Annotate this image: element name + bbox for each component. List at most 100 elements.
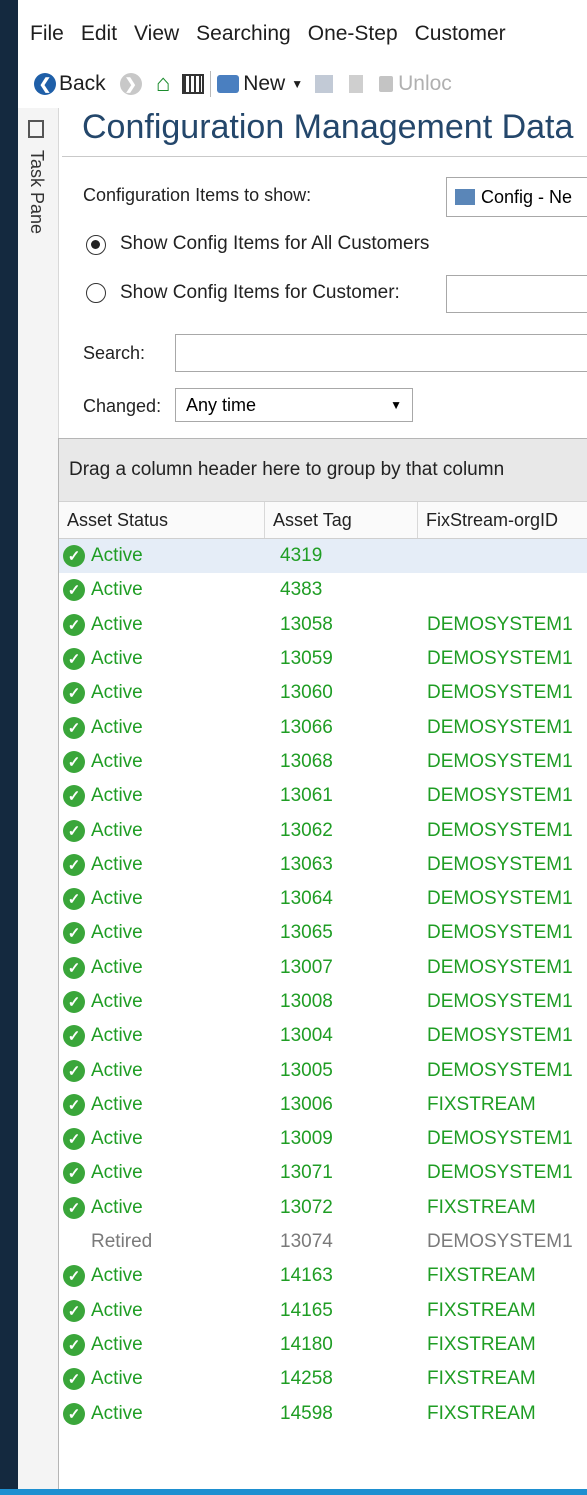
cell-fixstream-orgid: DEMOSYSTEM1: [427, 1059, 573, 1081]
table-row[interactable]: ✓ Active 13065 DEMOSYSTEM1: [59, 916, 587, 950]
cell-fixstream-orgid: FIXSTREAM: [427, 1196, 536, 1218]
new-button[interactable]: New ▼: [217, 72, 303, 96]
task-pane-icon: [28, 120, 44, 138]
table-row[interactable]: ✓ Active 4383: [59, 573, 587, 607]
asset-status-text: Active: [91, 888, 143, 910]
cell-asset-tag: 13007: [280, 956, 333, 978]
task-pane-strip[interactable]: Task Pane: [18, 108, 59, 1495]
menu-edit[interactable]: Edit: [81, 22, 117, 46]
table-row[interactable]: Retired 13074 DEMOSYSTEM1: [59, 1225, 587, 1259]
check-circle-icon: ✓: [63, 785, 85, 808]
table-row[interactable]: ✓ Active 4319: [59, 539, 587, 574]
unlock-button[interactable]: Unloc: [379, 72, 452, 96]
radio-all-customers-label: Show Config Items for All Customers: [120, 233, 430, 254]
cell-asset-tag: 13066: [280, 716, 333, 738]
items-to-show-select[interactable]: Config - Ne: [446, 177, 587, 217]
table-row[interactable]: ✓ Active 14163 FIXSTREAM: [59, 1259, 587, 1293]
customer-field[interactable]: [446, 275, 587, 313]
radio-customer-label: Show Config Items for Customer:: [120, 282, 400, 303]
menu-customer[interactable]: Customer: [415, 22, 506, 46]
cell-fixstream-orgid: DEMOSYSTEM1: [427, 682, 573, 704]
table-row[interactable]: ✓ Active 14258 FIXSTREAM: [59, 1362, 587, 1396]
table-row[interactable]: ✓ Active 13063 DEMOSYSTEM1: [59, 848, 587, 882]
cell-asset-tag: 14180: [280, 1333, 333, 1355]
menu-searching[interactable]: Searching: [196, 22, 291, 46]
group-by-panel[interactable]: Drag a column header here to group by th…: [59, 439, 587, 501]
changed-select[interactable]: Any time ▼: [175, 388, 413, 422]
delete-icon[interactable]: [349, 75, 364, 93]
table-row[interactable]: ✓ Active 13068 DEMOSYSTEM1: [59, 745, 587, 779]
chevron-down-icon: ▼: [390, 398, 402, 412]
new-icon: [217, 75, 240, 93]
table-row[interactable]: ✓ Active 14598 FIXSTREAM: [59, 1396, 587, 1430]
cell-asset-tag: 14165: [280, 1299, 333, 1321]
asset-status-text: Active: [91, 579, 143, 601]
cell-asset-status: ✓ Active: [59, 1368, 265, 1391]
save-icon[interactable]: [315, 75, 334, 93]
cell-fixstream-orgid: DEMOSYSTEM1: [427, 956, 573, 978]
table-row[interactable]: ✓ Active 13072 FIXSTREAM: [59, 1191, 587, 1225]
table-row[interactable]: ✓ Active 13058 DEMOSYSTEM1: [59, 608, 587, 642]
check-circle-icon: ✓: [63, 1093, 85, 1116]
table-row[interactable]: ✓ Active 13009 DEMOSYSTEM1: [59, 1122, 587, 1156]
check-circle-icon: ✓: [63, 888, 85, 911]
toolbar: ❮ Back ❯ ⌂ New ▼ Unloc: [18, 64, 587, 104]
back-button[interactable]: ❮ Back: [34, 72, 106, 96]
asset-status-text: Active: [91, 1093, 143, 1115]
check-circle-icon: ✓: [63, 1299, 85, 1322]
table-row[interactable]: ✓ Active 13007 DEMOSYSTEM1: [59, 951, 587, 985]
cell-asset-status: ✓ Active: [59, 922, 265, 945]
cell-asset-tag: 13006: [280, 1093, 333, 1115]
new-label: New: [243, 72, 286, 95]
search-input[interactable]: [175, 334, 587, 372]
radio-customer[interactable]: [86, 283, 106, 303]
menu-one-step[interactable]: One-Step: [308, 22, 398, 46]
items-to-show-label: Configuration Items to show:: [83, 185, 312, 205]
cell-asset-tag: 13009: [280, 1128, 333, 1150]
radio-all-customers[interactable]: [86, 235, 106, 255]
check-circle-icon: ✓: [63, 613, 85, 636]
forward-arrow-icon[interactable]: ❯: [119, 73, 142, 95]
column-header-asset-status[interactable]: Asset Status: [59, 502, 265, 538]
cell-asset-status: ✓ Active: [59, 1025, 265, 1048]
cell-asset-status: ✓ Active: [59, 1265, 265, 1288]
check-circle-icon: ✓: [63, 956, 85, 979]
cell-fixstream-orgid: DEMOSYSTEM1: [427, 1128, 573, 1150]
table-row[interactable]: ✓ Active 13008 DEMOSYSTEM1: [59, 985, 587, 1019]
asset-status-text: Active: [91, 1368, 143, 1390]
table-row[interactable]: ✓ Active 13005 DEMOSYSTEM1: [59, 1053, 587, 1087]
menu-view[interactable]: View: [134, 22, 179, 46]
home-icon[interactable]: ⌂: [156, 70, 171, 98]
table-row[interactable]: ✓ Active 13006 FIXSTREAM: [59, 1088, 587, 1122]
cell-fixstream-orgid: FIXSTREAM: [427, 1093, 536, 1115]
grid-body: ✓ Active 4319 ✓ Active 4383 ✓ Active 13058 DEMOSY…: [59, 539, 587, 1431]
asset-status-text: Active: [91, 1265, 143, 1287]
check-circle-icon: ✓: [63, 1402, 85, 1425]
cell-fixstream-orgid: DEMOSYSTEM1: [427, 853, 573, 875]
menu-file[interactable]: File: [30, 22, 64, 46]
table-row[interactable]: ✓ Active 13060 DEMOSYSTEM1: [59, 676, 587, 710]
table-row[interactable]: ✓ Active 13066 DEMOSYSTEM1: [59, 710, 587, 744]
page-title: Configuration Management Data: [82, 108, 574, 146]
cell-asset-tag: 13060: [280, 682, 333, 704]
table-row[interactable]: ✓ Active 13059 DEMOSYSTEM1: [59, 642, 587, 676]
column-header-asset-tag[interactable]: Asset Tag: [265, 502, 418, 538]
asset-status-text: Active: [91, 1059, 143, 1081]
table-row[interactable]: ✓ Active 13061 DEMOSYSTEM1: [59, 779, 587, 813]
column-header-fixstream-orgid[interactable]: FixStream-orgID: [418, 502, 587, 538]
table-row[interactable]: ✓ Active 14180 FIXSTREAM: [59, 1328, 587, 1362]
check-circle-icon: ✓: [63, 922, 85, 945]
task-pane-label: Task Pane: [27, 150, 47, 235]
cell-asset-tag: 13004: [280, 1025, 333, 1047]
asset-status-text: Active: [91, 991, 143, 1012]
calendar-icon[interactable]: [182, 74, 205, 94]
table-row[interactable]: ✓ Active 13004 DEMOSYSTEM1: [59, 1019, 587, 1053]
table-row[interactable]: ✓ Active 14165 FIXSTREAM: [59, 1294, 587, 1328]
table-row[interactable]: ✓ Active 13062 DEMOSYSTEM1: [59, 813, 587, 847]
table-row[interactable]: ✓ Active 13071 DEMOSYSTEM1: [59, 1156, 587, 1190]
cell-asset-status: ✓ Active: [59, 579, 265, 602]
chevron-down-icon: ▼: [291, 77, 304, 91]
check-circle-icon: ✓: [63, 545, 85, 568]
table-row[interactable]: ✓ Active 13064 DEMOSYSTEM1: [59, 882, 587, 916]
asset-status-text: Active: [91, 1402, 143, 1424]
